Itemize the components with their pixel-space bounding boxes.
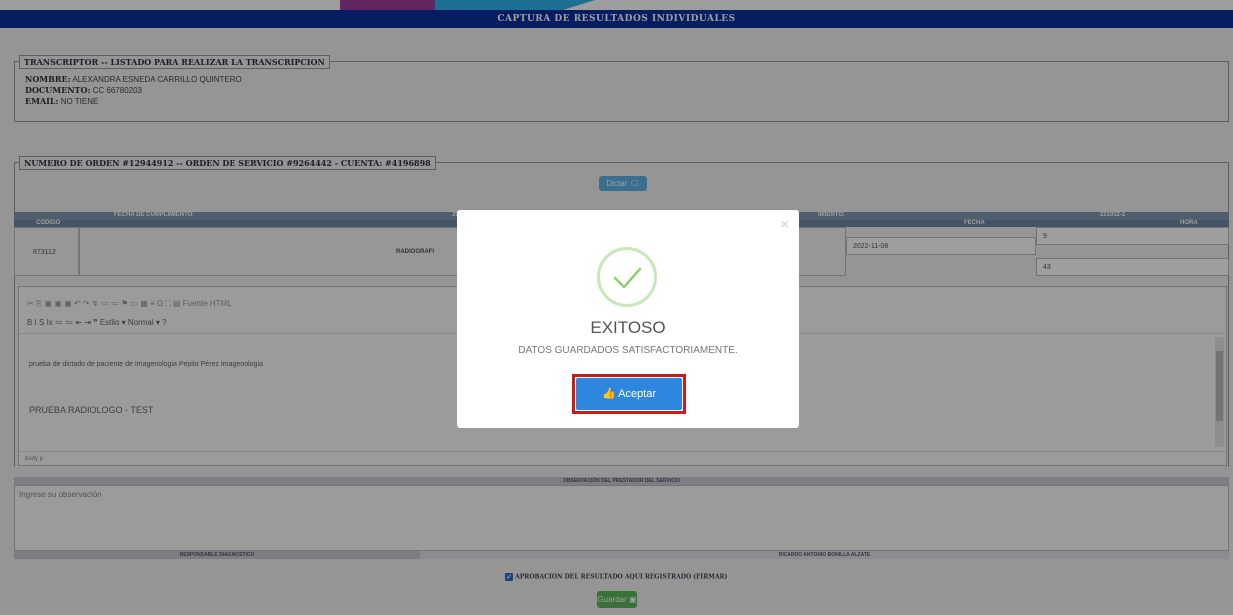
accept-label: Aceptar	[618, 388, 657, 400]
close-icon[interactable]: ×	[780, 216, 789, 233]
success-check-icon	[597, 247, 657, 307]
accept-button[interactable]: 👍 Aceptar	[576, 378, 682, 410]
modal-title: EXITOSO	[590, 318, 666, 337]
success-modal: × EXITOSO DATOS GUARDADOS SATISFACTORIAM…	[457, 210, 799, 428]
modal-message: DATOS GUARDADOS SATISFACTORIAMENTE.	[518, 345, 738, 356]
thumbs-up-icon: 👍	[601, 388, 616, 400]
